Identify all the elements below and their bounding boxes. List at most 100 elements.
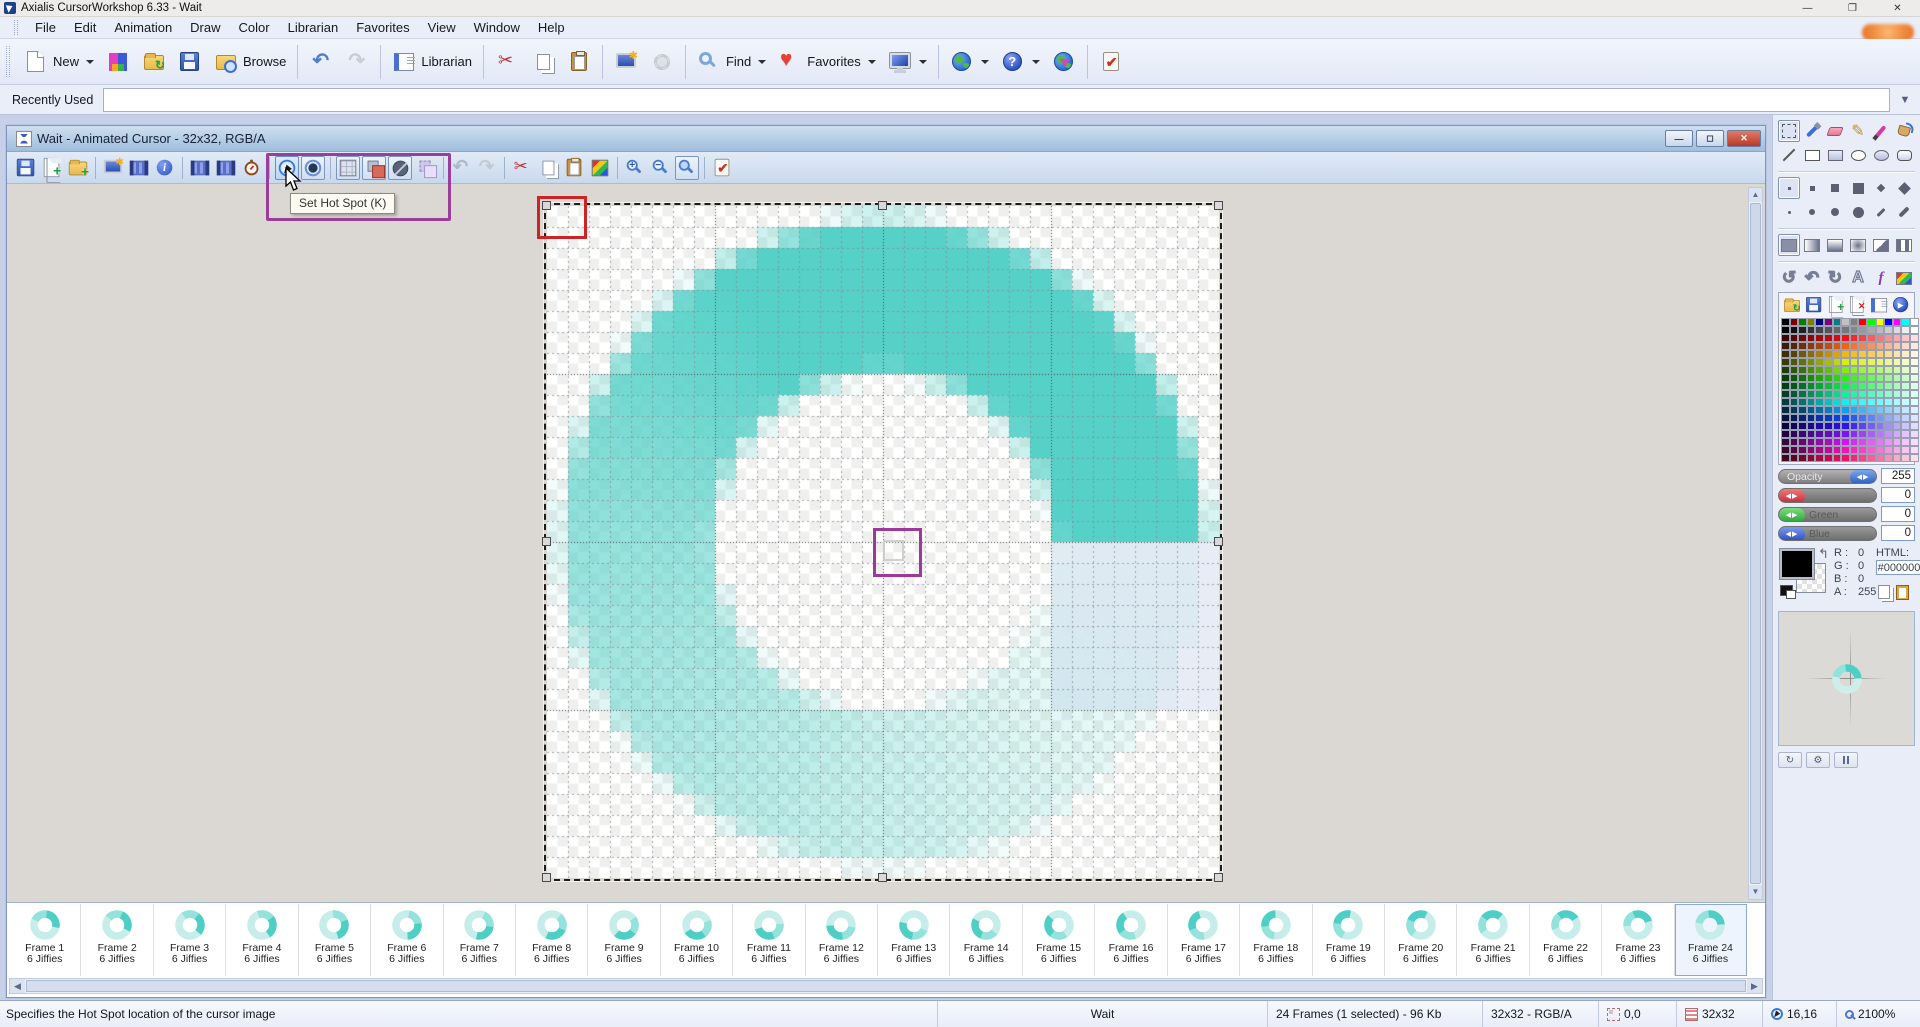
frame-12[interactable]: Frame 126 Jiffies — [806, 904, 878, 976]
color-swatch[interactable] — [1910, 342, 1919, 350]
color-swatch[interactable] — [1798, 438, 1807, 446]
show-transparency-button[interactable] — [388, 156, 412, 180]
color-swatch[interactable] — [1858, 414, 1867, 422]
color-swatch[interactable] — [1867, 446, 1876, 454]
square-3-tool[interactable] — [1824, 177, 1846, 199]
color-swatch[interactable] — [1867, 342, 1876, 350]
dropdown-arrow-icon[interactable] — [868, 60, 876, 64]
filled-rectangle-tool[interactable] — [1824, 144, 1846, 166]
text-tool[interactable]: A — [1847, 267, 1869, 289]
color-swatch[interactable] — [1858, 334, 1867, 342]
doc-restore-button[interactable]: ◻ — [1696, 130, 1724, 147]
color-swatch[interactable] — [1781, 366, 1790, 374]
color-swatch[interactable] — [1910, 374, 1919, 382]
color-swatch[interactable] — [1876, 398, 1885, 406]
frame-4[interactable]: Frame 46 Jiffies — [226, 904, 298, 976]
dropdown-arrow-icon[interactable] — [981, 60, 989, 64]
color-swatch[interactable] — [1850, 438, 1859, 446]
filled-ellipse-tool[interactable] — [1870, 144, 1892, 166]
color-swatch[interactable] — [1893, 358, 1902, 366]
color-swatch[interactable] — [1901, 390, 1910, 398]
color-swatch[interactable] — [1876, 454, 1885, 462]
color-swatch[interactable] — [1798, 366, 1807, 374]
blue-value[interactable]: 0 — [1881, 525, 1915, 541]
open-palette-button[interactable] — [1782, 295, 1802, 315]
zoom-in-button[interactable]: + — [623, 156, 647, 180]
color-swatch[interactable] — [1798, 350, 1807, 358]
test-checked-button[interactable] — [710, 156, 734, 180]
selection-handle[interactable] — [542, 537, 551, 546]
color-swatch[interactable] — [1833, 430, 1842, 438]
frame-15[interactable]: Frame 156 Jiffies — [1023, 904, 1095, 976]
color-swatch[interactable] — [1815, 406, 1824, 414]
color-swatch[interactable] — [1850, 366, 1859, 374]
color-swatch[interactable] — [1841, 406, 1850, 414]
color-swatch[interactable] — [1790, 390, 1799, 398]
color-swatch[interactable] — [1910, 406, 1919, 414]
color-swatch[interactable] — [1824, 342, 1833, 350]
color-swatch[interactable] — [1867, 374, 1876, 382]
help-button[interactable]: ? — [995, 43, 1046, 81]
color-swatch[interactable] — [1867, 350, 1876, 358]
color-swatch[interactable] — [1858, 350, 1867, 358]
color-swatch[interactable] — [1790, 358, 1799, 366]
color-swatch[interactable] — [1858, 326, 1867, 334]
color-swatch[interactable] — [1790, 342, 1799, 350]
selection-handle[interactable] — [878, 201, 887, 210]
color-swatch[interactable] — [1858, 366, 1867, 374]
redo-button[interactable] — [475, 156, 499, 180]
color-swatch[interactable] — [1893, 422, 1902, 430]
square-4-tool[interactable] — [1847, 177, 1869, 199]
gradient-left-tool[interactable] — [1801, 234, 1823, 256]
color-swatch[interactable] — [1901, 326, 1910, 334]
minimize-button[interactable]: — — [1785, 0, 1830, 17]
color-swatch[interactable] — [1841, 326, 1850, 334]
color-swatch[interactable] — [1901, 318, 1910, 326]
color-swatch[interactable] — [1833, 358, 1842, 366]
color-swatch[interactable] — [1893, 326, 1902, 334]
color-swatch[interactable] — [1815, 422, 1824, 430]
color-swatch[interactable] — [1867, 438, 1876, 446]
color-swatch[interactable] — [1790, 350, 1799, 358]
color-swatch[interactable] — [1815, 358, 1824, 366]
rotate-flip-tool[interactable]: ↺ — [1778, 267, 1800, 289]
color-swatch[interactable] — [1867, 430, 1876, 438]
color-swatch[interactable] — [1833, 334, 1842, 342]
color-swatch[interactable] — [1781, 318, 1790, 326]
color-swatch[interactable] — [1833, 414, 1842, 422]
color-swatch[interactable] — [1807, 342, 1816, 350]
default-colors-icon[interactable] — [1780, 585, 1793, 596]
color-swatch[interactable] — [1867, 422, 1876, 430]
add-image-format-button[interactable] — [40, 156, 64, 180]
color-swatch[interactable] — [1901, 342, 1910, 350]
color-swatch[interactable] — [1901, 350, 1910, 358]
librarian-button[interactable]: Librarian — [386, 43, 478, 81]
ellipse-tool[interactable] — [1847, 144, 1869, 166]
maximize-button[interactable]: ❐ — [1830, 0, 1875, 17]
red-value[interactable]: 0 — [1881, 487, 1915, 503]
color-swatch[interactable] — [1841, 390, 1850, 398]
color-swatch[interactable] — [1790, 374, 1799, 382]
frame-6[interactable]: Frame 66 Jiffies — [371, 904, 443, 976]
color-swatch[interactable] — [1790, 398, 1799, 406]
color-swatch[interactable] — [1807, 414, 1816, 422]
color-swatch[interactable] — [1884, 422, 1893, 430]
find-button[interactable]: Find — [691, 43, 772, 81]
color-swatch[interactable] — [1815, 318, 1824, 326]
color-swatch[interactable] — [1893, 350, 1902, 358]
color-swatch[interactable] — [1833, 398, 1842, 406]
color-swatch[interactable] — [1815, 446, 1824, 454]
color-swatch[interactable] — [1893, 382, 1902, 390]
color-swatch[interactable] — [1910, 350, 1919, 358]
new-project-button[interactable] — [100, 43, 136, 81]
undo-button[interactable] — [449, 156, 473, 180]
zoom-fit-button[interactable] — [675, 156, 699, 180]
color-swatch[interactable] — [1807, 406, 1816, 414]
selection-handle[interactable] — [542, 873, 551, 882]
color-swatch[interactable] — [1901, 374, 1910, 382]
browse-button[interactable]: Browse — [208, 43, 292, 81]
color-swatch[interactable] — [1901, 430, 1910, 438]
save-button[interactable] — [172, 43, 208, 81]
copy-button[interactable] — [525, 43, 561, 81]
color-swatch[interactable] — [1841, 350, 1850, 358]
